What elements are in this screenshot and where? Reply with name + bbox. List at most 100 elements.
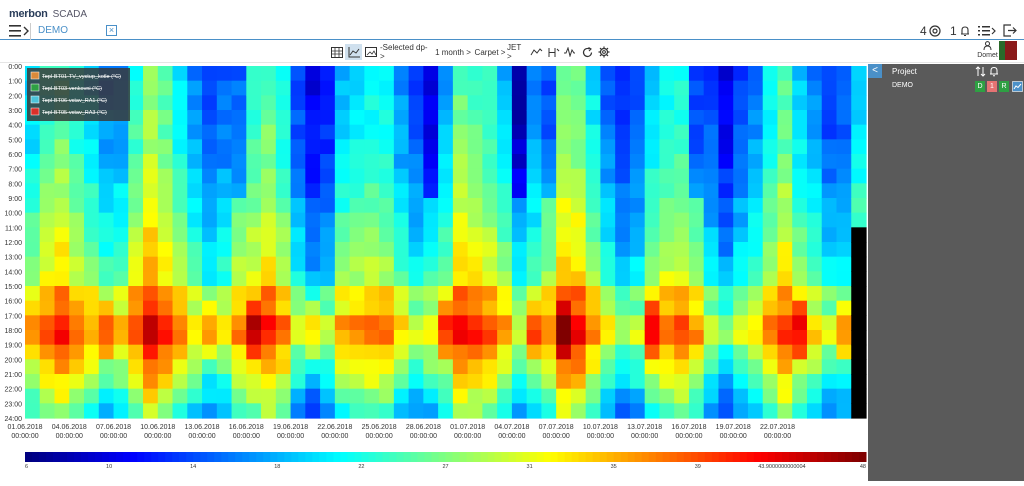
heatmap-cell: [349, 124, 365, 140]
heatmap-cell: [320, 168, 336, 184]
selected-dp-dropdown[interactable]: -Selected dp- >: [380, 43, 432, 61]
heatmap-cell: [231, 271, 247, 287]
heatmap-cell: [718, 271, 734, 287]
heatmap-cell: [806, 388, 823, 404]
heatmap-cell: [25, 227, 41, 243]
logout-icon[interactable]: [1003, 24, 1017, 37]
sort-icon[interactable]: [975, 66, 986, 77]
heatmap-cell: [777, 212, 793, 228]
colorbar-segment: [214, 452, 222, 462]
table-view-icon[interactable]: [330, 44, 344, 60]
heatmap-cell: [467, 315, 483, 331]
legend-swatch: [30, 107, 40, 116]
badge-alarm-count[interactable]: 1: [987, 81, 997, 92]
alarm-counter[interactable]: 1: [950, 24, 971, 38]
heatmap-cell: [187, 95, 203, 111]
heatmap-cell: [157, 344, 174, 360]
watch-counter[interactable]: 4: [920, 24, 941, 38]
heatmap-cell: [585, 66, 602, 82]
heatmap-cell: [128, 359, 144, 375]
heatmap-cell: [290, 183, 306, 199]
signal-icon[interactable]: [562, 44, 576, 60]
heatmap-cell: [246, 80, 262, 96]
heatmap-cell: [408, 344, 424, 360]
heatmap-cell: [851, 315, 867, 331]
heatmap-cell: [69, 198, 85, 214]
list-menu-icon[interactable]: [978, 25, 996, 37]
heatmap-cell: [349, 286, 365, 302]
heatmap-cell: [54, 154, 70, 170]
colorbar-segment: [851, 452, 860, 462]
heatmap-cell: [69, 227, 85, 243]
sidebar-bell-icon[interactable]: [989, 66, 999, 77]
image-export-icon[interactable]: [364, 44, 378, 60]
heatmap-cell: [261, 344, 277, 360]
y-tick-label: 11:00: [5, 225, 22, 232]
heatmap-cell: [305, 256, 321, 272]
badge-r[interactable]: R: [999, 81, 1009, 92]
user-menu[interactable]: Domet: [976, 41, 999, 61]
heatmap-cell: [482, 139, 498, 155]
y-tick-label: 7:00: [8, 167, 22, 174]
heatmap-cell: [349, 242, 365, 258]
heatmap-cell: [526, 139, 542, 155]
heatmap-cell: [261, 168, 277, 184]
colorbar-segment: [830, 452, 839, 462]
heatmap-cell: [364, 300, 380, 316]
chart-view-icon[interactable]: [345, 44, 362, 60]
heatmap-cell: [585, 80, 602, 96]
heatmap-cell: [393, 227, 410, 243]
heatmap-cell: [570, 110, 587, 126]
heatmap-cell: [452, 168, 469, 184]
heatmap-cell: [39, 300, 56, 316]
heatmap-cell: [703, 403, 720, 419]
colormap-dropdown[interactable]: JET >: [507, 43, 527, 61]
chart-shortcut-icon[interactable]: [1012, 81, 1023, 92]
heatmap-cell: [821, 344, 838, 360]
heatmap-cell: [585, 330, 602, 346]
range-dropdown[interactable]: 1 month >: [434, 44, 472, 60]
heatmap-svg[interactable]: 0:001:002:003:004:005:006:007:008:009:00…: [0, 64, 868, 481]
view-dropdown[interactable]: Carpet >: [474, 44, 506, 60]
heatmap-cell: [615, 388, 631, 404]
heatmap-cell: [541, 403, 557, 419]
heatmap-cell: [792, 242, 808, 258]
tab-demo[interactable]: DEMO ×: [30, 23, 120, 40]
x-tick-label: 07.06.2018: [96, 424, 131, 431]
heatmap-cell: [202, 359, 218, 375]
heatmap-cell: [747, 344, 764, 360]
colorbar-segment: [53, 452, 61, 462]
heatmap-cell: [438, 198, 454, 214]
axis-scale-icon[interactable]: [546, 44, 560, 60]
line-style-icon[interactable]: [529, 44, 543, 60]
refresh-icon[interactable]: [580, 44, 594, 60]
heatmap-cell: [821, 330, 838, 346]
heatmap-cell: [644, 256, 661, 272]
heatmap-cell: [541, 344, 557, 360]
colorbar-tick-label: 35: [611, 464, 617, 470]
heatmap-cell: [320, 330, 336, 346]
collapse-sidebar-button[interactable]: <: [868, 64, 882, 78]
heatmap-cell: [452, 212, 469, 228]
heatmap-cell: [585, 359, 602, 375]
heatmap-cell: [762, 403, 779, 419]
user-name: Domet: [977, 52, 998, 59]
colorbar-segment: [473, 452, 482, 462]
heatmap-cell: [497, 95, 513, 111]
heatmap-cell: [379, 300, 395, 316]
heatmap-cell: [320, 344, 336, 360]
heatmap-cell: [806, 124, 823, 140]
heatmap-cell: [482, 80, 498, 96]
hamburger-menu-icon[interactable]: [9, 25, 29, 37]
heatmap-cell: [305, 66, 321, 82]
badge-d[interactable]: D: [975, 81, 985, 92]
close-icon[interactable]: ×: [106, 25, 117, 36]
heatmap-cell: [556, 227, 572, 243]
heatmap-cell: [792, 403, 808, 419]
heatmap-cell: [290, 344, 306, 360]
heatmap-cell: [703, 80, 720, 96]
heatmap-cell: [25, 300, 41, 316]
settings-gear-icon[interactable]: [597, 44, 611, 60]
heatmap-cell: [511, 198, 528, 214]
project-row-demo[interactable]: DEMO: [892, 82, 913, 89]
